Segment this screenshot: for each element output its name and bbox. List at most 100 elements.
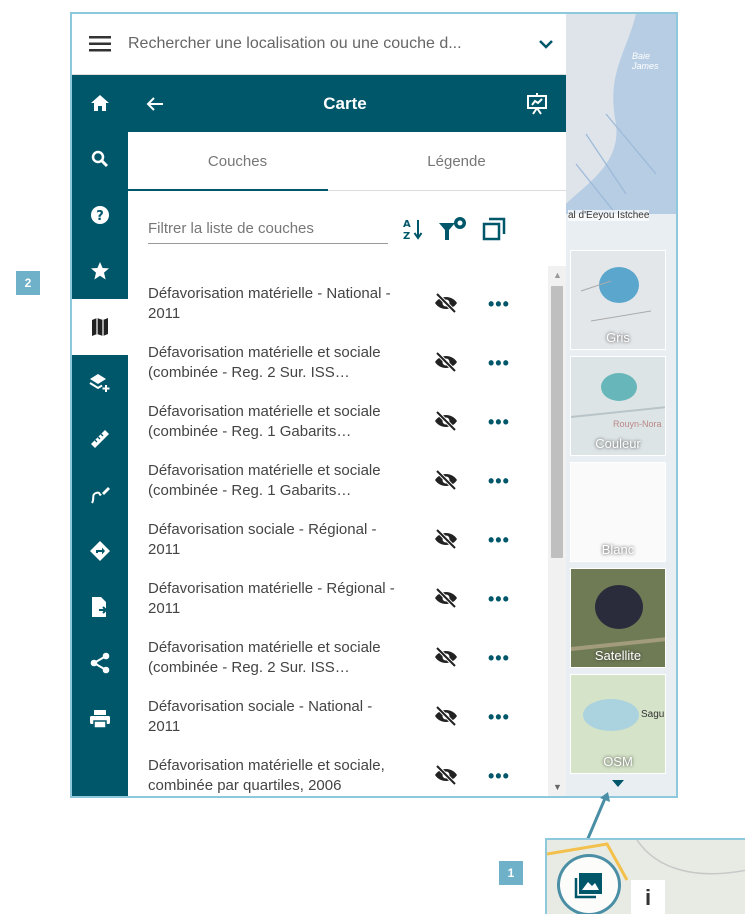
sidebar-item-share[interactable] xyxy=(72,635,128,691)
eye-off-icon[interactable] xyxy=(434,292,458,314)
tab-legende[interactable]: Légende xyxy=(347,132,566,190)
basemap-place-label: Sagu xyxy=(641,709,665,720)
map-view[interactable]: Baie James al d'Eeyou Istchee Gris Rouyn… xyxy=(566,14,676,796)
scroll-up-arrow-icon[interactable]: ▲ xyxy=(553,270,562,280)
print-icon xyxy=(90,710,110,729)
sort-az-icon[interactable]: AZ xyxy=(402,217,424,241)
sidebar-item-directions[interactable] xyxy=(72,523,128,579)
search-input[interactable]: Rechercher une localisation ou une couch… xyxy=(128,35,526,53)
scroll-thumb[interactable] xyxy=(551,286,563,558)
more-options-button[interactable]: ••• xyxy=(488,648,510,669)
help-icon: ? xyxy=(91,206,109,224)
inset-zoom: i xyxy=(545,838,745,914)
ruler-icon xyxy=(91,430,109,448)
eye-off-icon[interactable] xyxy=(434,528,458,550)
layer-filter-input[interactable]: Filtrer la liste de couches xyxy=(148,214,388,244)
list-scrollbar[interactable]: ▲ ▼ xyxy=(548,266,566,796)
basemap-label: OSM xyxy=(603,754,633,769)
sidebar-item-measure[interactable] xyxy=(72,411,128,467)
map-icon xyxy=(92,318,108,336)
sidebar-item-print[interactable] xyxy=(72,691,128,747)
basemap-couleur[interactable]: Rouyn-Nora Couleur xyxy=(570,356,666,456)
eye-off-icon[interactable] xyxy=(434,705,458,727)
list-item[interactable]: Défavorisation matérielle et sociale, co… xyxy=(128,746,538,796)
menu-button[interactable] xyxy=(72,14,128,75)
more-options-button[interactable]: ••• xyxy=(488,530,510,551)
list-item[interactable]: Défavorisation sociale - National - 2011… xyxy=(128,687,538,746)
search-icon xyxy=(91,150,109,168)
svg-text:Z: Z xyxy=(403,231,410,241)
sidebar-item-favorites[interactable] xyxy=(72,243,128,299)
basemap-more-arrow-icon[interactable] xyxy=(612,780,624,788)
sidebar-item-search[interactable] xyxy=(72,131,128,187)
annotation-badge-1: 1 xyxy=(499,861,523,885)
sidebar-item-home[interactable] xyxy=(72,75,128,131)
more-options-button[interactable]: ••• xyxy=(488,412,510,433)
sidebar-item-draw[interactable] xyxy=(72,467,128,523)
search-bar: Rechercher une localisation ou une couch… xyxy=(72,14,566,75)
list-item[interactable]: Défavorisation matérielle - National - 2… xyxy=(128,274,538,333)
filter-visibility-icon[interactable] xyxy=(438,216,468,242)
layer-label: Défavorisation matérielle et sociale (co… xyxy=(148,461,381,499)
app-window: Rechercher une localisation ou une couch… xyxy=(70,12,678,798)
image-gallery-icon xyxy=(574,873,602,899)
panel-title: Carte xyxy=(323,93,367,113)
chevron-down-icon xyxy=(539,40,553,49)
layer-label: Défavorisation matérielle et sociale (co… xyxy=(148,402,381,440)
sidebar: ? xyxy=(72,75,128,796)
tab-bar: Couches Légende xyxy=(128,132,566,191)
info-button[interactable]: i xyxy=(631,880,665,914)
basemap-gris[interactable]: Gris xyxy=(570,250,666,350)
back-arrow-icon[interactable] xyxy=(146,96,164,112)
basemap-toggle-button[interactable] xyxy=(557,854,621,914)
add-layer-icon xyxy=(89,374,110,392)
sidebar-item-add-layer[interactable] xyxy=(72,355,128,411)
layer-label: Défavorisation matérielle et sociale (co… xyxy=(148,638,381,676)
eye-off-icon[interactable] xyxy=(434,646,458,668)
map-label-eeyou: al d'Eeyou Istchee xyxy=(568,210,650,221)
list-item[interactable]: Défavorisation matérielle et sociale (co… xyxy=(128,451,538,510)
more-options-button[interactable]: ••• xyxy=(488,766,510,787)
eye-off-icon[interactable] xyxy=(434,410,458,432)
star-icon xyxy=(91,262,109,280)
basemap-satellite[interactable]: Satellite xyxy=(570,568,666,668)
more-options-button[interactable]: ••• xyxy=(488,707,510,728)
layer-label: Défavorisation matérielle - Régional - 2… xyxy=(148,579,395,617)
eye-off-icon[interactable] xyxy=(434,351,458,373)
more-options-button[interactable]: ••• xyxy=(488,353,510,374)
filter-row: Filtrer la liste de couches AZ xyxy=(128,191,566,266)
eye-off-icon[interactable] xyxy=(434,469,458,491)
eye-off-icon[interactable] xyxy=(434,764,458,786)
more-options-button[interactable]: ••• xyxy=(488,471,510,492)
annotation-badge-2: 2 xyxy=(16,271,40,295)
tab-couches[interactable]: Couches xyxy=(128,132,347,190)
search-dropdown-button[interactable] xyxy=(526,39,566,49)
sidebar-item-help[interactable]: ? xyxy=(72,187,128,243)
more-options-button[interactable]: ••• xyxy=(488,589,510,610)
list-item[interactable]: Défavorisation matérielle - Régional - 2… xyxy=(128,569,538,628)
eye-off-icon[interactable] xyxy=(434,587,458,609)
hamburger-icon xyxy=(89,36,111,52)
list-item[interactable]: Défavorisation matérielle et sociale (co… xyxy=(128,628,538,687)
collapse-all-icon[interactable] xyxy=(482,217,506,241)
basemap-label: Couleur xyxy=(595,436,641,451)
home-icon xyxy=(91,95,109,111)
list-item[interactable]: Défavorisation sociale - Régional - 2011… xyxy=(128,510,538,569)
layer-label: Défavorisation matérielle et sociale, co… xyxy=(148,756,385,794)
export-icon xyxy=(92,597,108,617)
basemap-osm[interactable]: Sagu OSM xyxy=(570,674,666,774)
sidebar-item-export[interactable] xyxy=(72,579,128,635)
more-options-button[interactable]: ••• xyxy=(488,294,510,315)
sidebar-item-map[interactable] xyxy=(72,299,128,355)
layer-label: Défavorisation sociale - Régional - 2011 xyxy=(148,520,377,558)
basemap-blanc[interactable]: Blanc xyxy=(570,462,666,562)
list-item[interactable]: Défavorisation matérielle et sociale (co… xyxy=(128,392,538,451)
layer-label: Défavorisation matérielle - National - 2… xyxy=(148,284,391,322)
presentation-icon[interactable] xyxy=(526,92,548,115)
list-item[interactable]: Défavorisation matérielle et sociale (co… xyxy=(128,333,538,392)
panel-header: Carte xyxy=(128,75,566,132)
layer-label: Défavorisation sociale - National - 2011 xyxy=(148,697,373,735)
svg-text:A: A xyxy=(403,219,411,230)
scroll-down-arrow-icon[interactable]: ▼ xyxy=(553,782,562,792)
layer-list: Défavorisation matérielle - National - 2… xyxy=(128,266,566,796)
